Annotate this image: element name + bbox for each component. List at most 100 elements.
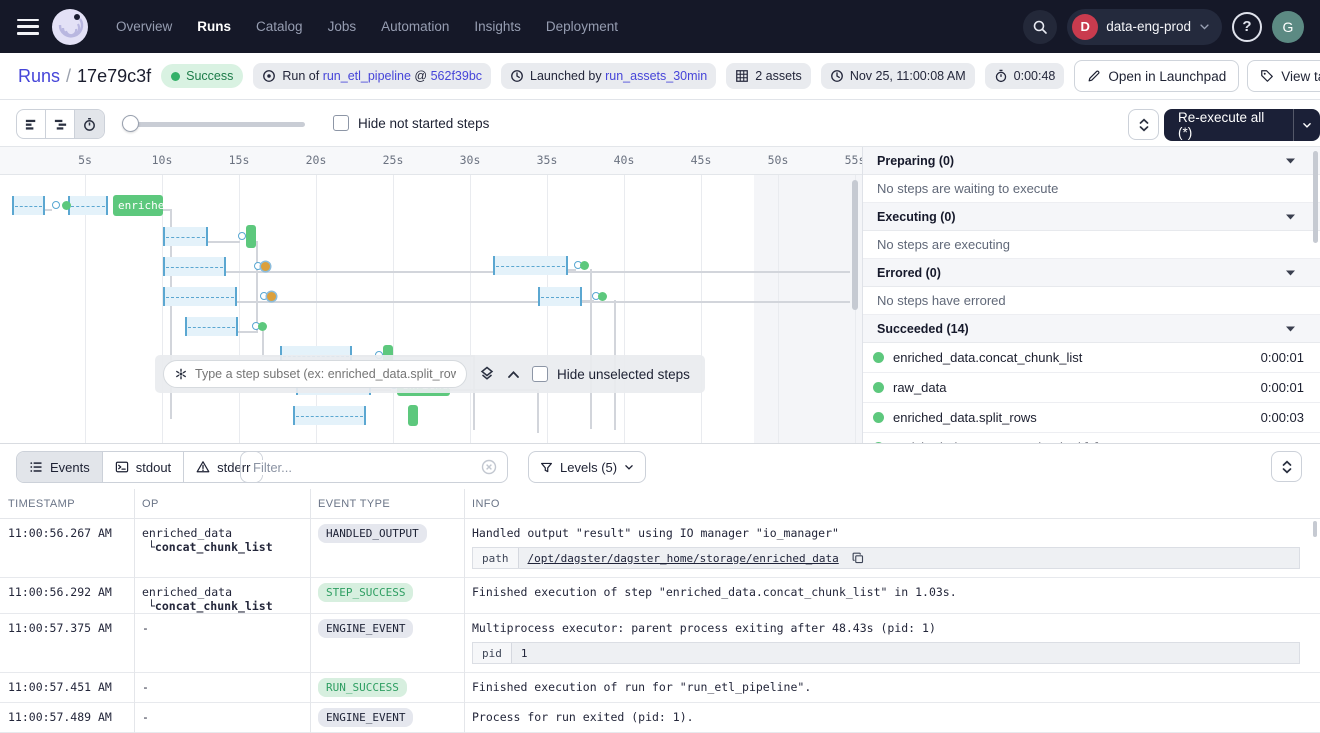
section-header-succeeded[interactable]: Succeeded (14) bbox=[863, 315, 1320, 343]
gantt-bar-pending[interactable] bbox=[163, 257, 226, 276]
tag-link[interactable]: run_assets_30min bbox=[605, 69, 707, 83]
hide-unselected-checkbox-row[interactable]: Hide unselected steps bbox=[532, 366, 690, 382]
success-dot-icon bbox=[873, 352, 884, 363]
nav-item-jobs[interactable]: Jobs bbox=[328, 19, 357, 34]
gantt-bar-pending[interactable] bbox=[185, 317, 238, 336]
axis-gridline bbox=[85, 175, 86, 443]
caret-up-icon[interactable] bbox=[507, 370, 520, 379]
panel-expand-collapse-button[interactable] bbox=[1128, 109, 1159, 140]
log-timestamp: 11:00:57.375 AM bbox=[0, 614, 134, 672]
hide-not-started-checkbox-row[interactable]: Hide not started steps bbox=[333, 115, 489, 131]
metadata-path-link[interactable]: /opt/dagster/dagster_home/storage/enrich… bbox=[519, 552, 848, 565]
dagster-logo-icon[interactable] bbox=[52, 9, 88, 45]
event-type-badge: HANDLED_OUTPUT bbox=[318, 524, 427, 543]
step-subset-input-wrap[interactable] bbox=[163, 360, 467, 388]
nav-item-runs[interactable]: Runs bbox=[197, 19, 231, 34]
nav-item-automation[interactable]: Automation bbox=[381, 19, 449, 34]
axis-tick-label: 15s bbox=[229, 153, 250, 167]
layers-diamond-icon[interactable] bbox=[479, 366, 495, 382]
gantt-bar-pending[interactable] bbox=[12, 196, 45, 215]
log-timestamp: 11:00:57.451 AM bbox=[0, 673, 134, 702]
tag-link[interactable]: run_etl_pipeline bbox=[323, 69, 411, 83]
axis-tick-label: 5s bbox=[78, 153, 92, 167]
log-filter-input[interactable] bbox=[253, 460, 481, 475]
log-filter[interactable] bbox=[240, 451, 508, 483]
run-tag-pill[interactable]: Run of run_etl_pipeline @ 562f39bc bbox=[253, 63, 491, 89]
log-expand-collapse-button[interactable] bbox=[1271, 451, 1302, 482]
clear-filter-icon[interactable] bbox=[481, 459, 497, 475]
log-row[interactable]: 11:00:57.489 AM-ENGINE_EVENTProcess for … bbox=[0, 703, 1320, 733]
log-row[interactable]: 11:00:57.375 AM-ENGINE_EVENTMultiprocess… bbox=[0, 614, 1320, 673]
copy-icon[interactable] bbox=[852, 552, 864, 564]
view-timed-button[interactable] bbox=[75, 110, 104, 138]
nav-item-insights[interactable]: Insights bbox=[474, 19, 521, 34]
view-flat-button[interactable] bbox=[17, 110, 46, 138]
log-info: Finished execution of run for "run_etl_p… bbox=[464, 673, 1320, 702]
run-tag-pill[interactable]: Nov 25, 11:00:08 AM bbox=[821, 63, 975, 89]
tag-text: 0:00:48 bbox=[1014, 69, 1056, 83]
tag-text: 2 assets bbox=[755, 69, 802, 83]
tab-events[interactable]: Events bbox=[17, 452, 103, 482]
gantt-bar-pending[interactable] bbox=[163, 227, 208, 246]
step-name: enriched_data.split_rows bbox=[893, 410, 1037, 425]
step-duration: 0:00:01 bbox=[1261, 380, 1304, 395]
log-row[interactable]: 11:00:57.451 AM-RUN_SUCCESSFinished exec… bbox=[0, 673, 1320, 703]
gantt-bar-pending[interactable] bbox=[68, 196, 108, 215]
gantt-bar-success[interactable]: enriche. bbox=[113, 195, 163, 216]
nav-item-overview[interactable]: Overview bbox=[116, 19, 172, 34]
top-nav: Overview Runs Catalog Jobs Automation Insight… bbox=[0, 0, 1320, 53]
tag-link[interactable]: 562f39bc bbox=[431, 69, 482, 83]
workspace-switcher[interactable]: D data-eng-prod bbox=[1067, 9, 1222, 45]
hamburger-menu-icon[interactable] bbox=[17, 19, 39, 35]
gantt-bar-pending[interactable] bbox=[538, 287, 582, 306]
help-button[interactable]: ? bbox=[1232, 12, 1262, 42]
gantt-bar-pending[interactable] bbox=[163, 287, 237, 306]
succeeded-step-row[interactable]: enriched_data.concat_chunk_list0:00:01 bbox=[863, 343, 1320, 373]
panel-scrollbar[interactable] bbox=[1313, 151, 1318, 243]
run-tag-pill[interactable]: Launched by run_assets_30min bbox=[501, 63, 716, 89]
view-waterfall-button[interactable] bbox=[46, 110, 75, 138]
section-header-executing[interactable]: Executing (0) bbox=[863, 203, 1320, 231]
log-timestamp: 11:00:57.489 AM bbox=[0, 703, 134, 732]
user-avatar[interactable]: G bbox=[1272, 11, 1304, 43]
nav-item-deployment[interactable]: Deployment bbox=[546, 19, 618, 34]
section-header-errored[interactable]: Errored (0) bbox=[863, 259, 1320, 287]
log-table-header: TIMESTAMPOPEVENT TYPEINFO bbox=[0, 489, 1320, 519]
reexecute-all-button[interactable]: Re-execute all (*) bbox=[1164, 109, 1320, 141]
tag-text: Run of run_etl_pipeline @ 562f39bc bbox=[282, 69, 482, 83]
breadcrumb-runs-link[interactable]: Runs bbox=[18, 66, 60, 86]
gantt-bar-success[interactable] bbox=[246, 225, 256, 248]
levels-dropdown[interactable]: Levels (5) bbox=[528, 451, 646, 483]
run-tag-pill[interactable]: 2 assets bbox=[726, 63, 811, 89]
run-header: Runs/17e79c3f Success Run of run_etl_pip… bbox=[0, 53, 1320, 100]
slider-knob[interactable] bbox=[122, 115, 139, 132]
reexecute-dropdown-caret[interactable] bbox=[1293, 109, 1320, 141]
zoom-slider[interactable] bbox=[122, 117, 305, 131]
axis-gridline bbox=[239, 175, 240, 443]
section-header-preparing[interactable]: Preparing (0) bbox=[863, 147, 1320, 175]
succeeded-step-row[interactable]: enriched_data.process_chunked [1]0:00:04 bbox=[863, 433, 1320, 443]
succeeded-step-row[interactable]: enriched_data.split_rows0:00:03 bbox=[863, 403, 1320, 433]
log-row[interactable]: 11:00:56.267 AMenriched_data└concat_chun… bbox=[0, 519, 1320, 578]
search-button[interactable] bbox=[1023, 10, 1057, 44]
axis-gridline bbox=[701, 175, 702, 443]
hide-unselected-checkbox[interactable] bbox=[532, 366, 548, 382]
gantt-bar-pending[interactable] bbox=[293, 406, 366, 425]
gantt-bar-pending[interactable] bbox=[493, 256, 568, 275]
gantt-scrollbar[interactable] bbox=[852, 180, 858, 310]
log-op: enriched_data└concat_chunk_list bbox=[134, 578, 310, 613]
run-tag-pill[interactable]: 0:00:48 bbox=[985, 63, 1065, 89]
step-subset-input[interactable] bbox=[195, 367, 456, 381]
nav-item-catalog[interactable]: Catalog bbox=[256, 19, 303, 34]
open-in-launchpad-button[interactable]: Open in Launchpad bbox=[1074, 60, 1239, 92]
succeeded-step-row[interactable]: raw_data0:00:01 bbox=[863, 373, 1320, 403]
log-row[interactable]: 11:00:56.292 AMenriched_data└concat_chun… bbox=[0, 578, 1320, 614]
log-scrollbar[interactable] bbox=[1313, 521, 1317, 537]
caret-down-icon bbox=[1285, 269, 1296, 277]
hide-not-started-checkbox[interactable] bbox=[333, 115, 349, 131]
view-tags-and-config-button[interactable]: View tags and config bbox=[1247, 60, 1320, 92]
tab-stdout[interactable]: stdout bbox=[103, 452, 184, 482]
view-mode-segmented-control bbox=[16, 109, 105, 139]
column-header-timestamp: TIMESTAMP bbox=[0, 498, 134, 510]
gantt-bar-success[interactable] bbox=[408, 405, 418, 426]
